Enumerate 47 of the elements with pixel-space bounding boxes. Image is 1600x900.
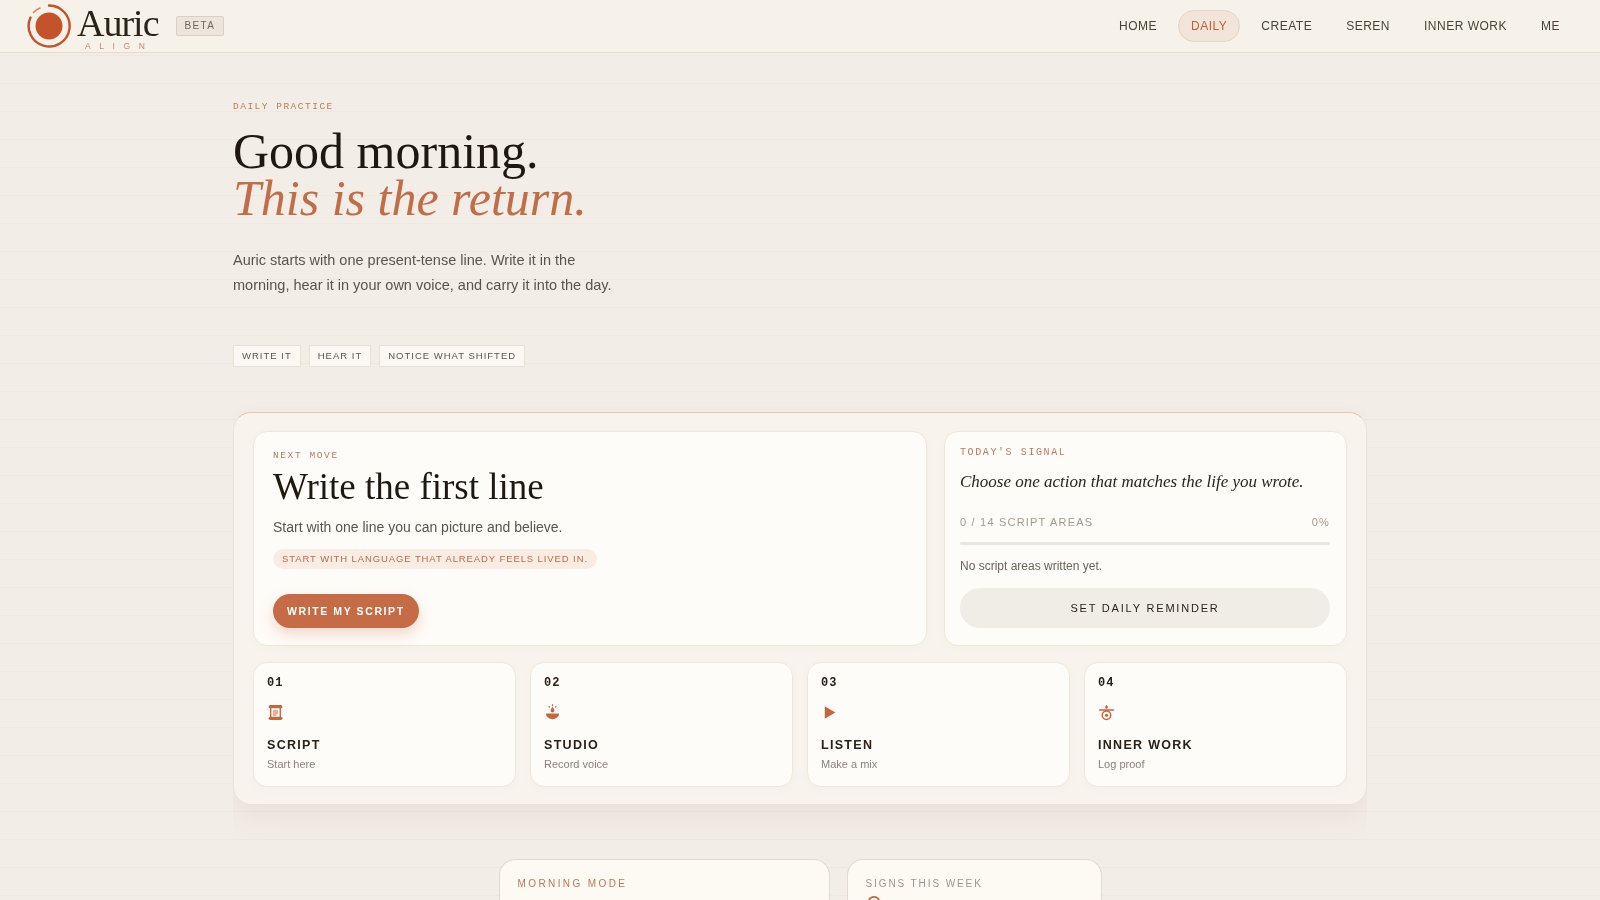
tool-card[interactable]: 01 SCRIPT Start here — [253, 662, 516, 787]
flame-ring-icon — [1098, 704, 1115, 721]
step-number: 02 — [544, 676, 561, 690]
logo-tagline: ALIGN — [85, 42, 154, 51]
tool-card[interactable]: 02 STUDIO Record voice — [530, 662, 793, 787]
nav-link[interactable]: HOME — [1106, 10, 1171, 42]
progress-label: 0 / 14 SCRIPT AREAS — [960, 515, 1094, 529]
card-eyebrow: MORNING MODE — [517, 878, 628, 890]
card-eyebrow: NEXT MOVE — [273, 450, 339, 462]
nav-link[interactable]: CREATE — [1248, 10, 1326, 42]
nav-link[interactable]: SEREN — [1333, 10, 1403, 42]
nav-link[interactable]: INNER WORK — [1411, 10, 1520, 42]
tool-title: INNER WORK — [1098, 737, 1193, 753]
progress-reading: 0% — [1311, 515, 1330, 529]
card-eyebrow: SIGNS THIS WEEK — [865, 878, 983, 890]
ring-icon — [866, 895, 881, 900]
tool-title: SCRIPT — [267, 737, 321, 753]
tool-subtitle: Log proof — [1098, 757, 1145, 771]
tool-title: STUDIO — [544, 737, 600, 753]
step-tag: WRITE IT — [233, 345, 301, 367]
tool-title: LISTEN — [821, 737, 874, 753]
card-eyebrow: TODAY'S SIGNAL — [960, 447, 1067, 459]
beta-badge: BETA — [175, 16, 225, 36]
logo-wordmark: Auric — [77, 8, 159, 38]
step-number: 01 — [267, 676, 284, 690]
hint-pill: START WITH LANGUAGE THAT ALREADY FEELS LIVED IN. — [273, 549, 597, 569]
flame-bowl-icon — [544, 704, 561, 721]
step-tag: HEAR IT — [308, 345, 372, 367]
tool-subtitle: Make a mix — [821, 757, 878, 771]
circle-logo-icon — [26, 3, 72, 49]
section-eyebrow: DAILY PRACTICE — [233, 101, 334, 113]
tool-card[interactable]: 03 LISTEN Make a mix — [807, 662, 1070, 787]
intro-paragraph: Auric starts with one present-tense line. Write it in the morning, hear it in your own voice, and carry it into the day. — [233, 251, 613, 295]
tool-subtitle: Record voice — [544, 757, 609, 771]
write-script-button[interactable]: WRITE MY SCRIPT — [273, 594, 419, 628]
scroll-icon — [267, 704, 284, 721]
step-number: 03 — [821, 676, 838, 690]
step-number: 04 — [1098, 676, 1115, 690]
tool-card[interactable]: 04 INNER WORK Log proof — [1084, 662, 1347, 787]
step-tag: NOTICE WHAT SHIFTED — [379, 345, 526, 367]
nav-link[interactable]: ME — [1528, 10, 1573, 42]
progress-note: No script areas written yet. — [960, 558, 1104, 574]
tool-subtitle: Start here — [267, 757, 316, 771]
reminder-button[interactable]: SET DAILY REMINDER — [960, 588, 1330, 628]
card-text: Start with one line you can picture and believe. — [273, 518, 563, 536]
card-title: Write the first line — [273, 467, 544, 507]
signal-prompt: Choose one action that matches the life you wrote. — [960, 471, 1305, 493]
